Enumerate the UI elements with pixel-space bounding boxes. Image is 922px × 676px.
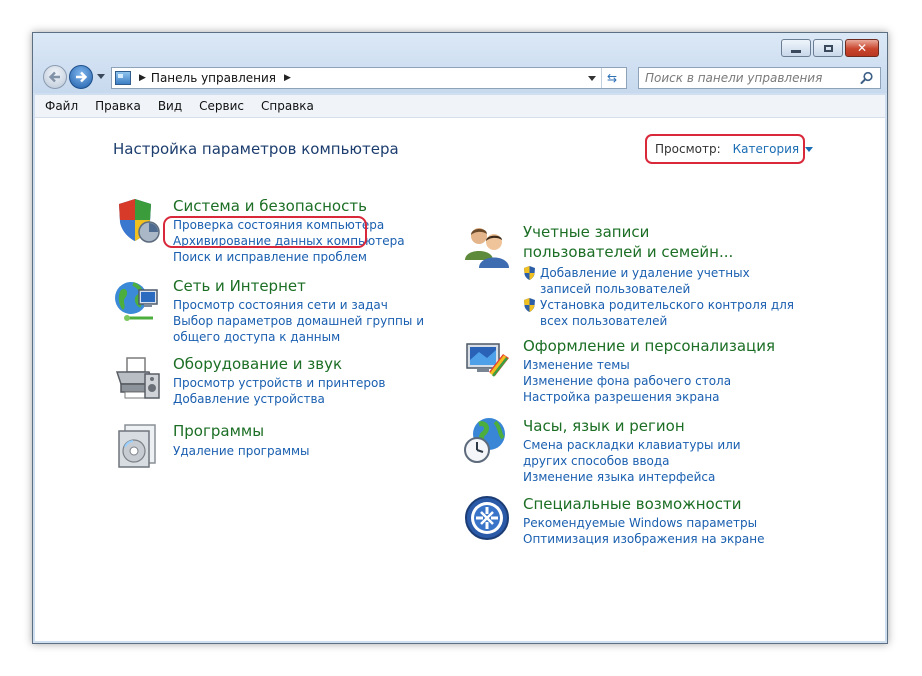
link-parental-controls[interactable]: Установка родительского контроля для все… <box>540 297 803 329</box>
search-box[interactable] <box>638 67 881 89</box>
back-button[interactable] <box>43 65 67 89</box>
link-parental-controls-row: Установка родительского контроля для все… <box>523 297 803 329</box>
maximize-icon <box>823 44 833 52</box>
menu-edit[interactable]: Правка <box>95 99 141 113</box>
minimize-button[interactable] <box>781 39 811 57</box>
category-links: Просмотр состояния сети и задач Выбор па… <box>173 297 453 345</box>
link-change-display-language[interactable]: Изменение языка интерфейса <box>523 469 768 485</box>
link-change-theme[interactable]: Изменение темы <box>523 357 731 373</box>
category-links: Смена раскладки клавиатуры или других сп… <box>523 437 768 485</box>
users-icon <box>465 228 509 268</box>
menu-help[interactable]: Справка <box>261 99 314 113</box>
chevron-down-icon[interactable] <box>805 146 814 152</box>
link-change-keyboard[interactable]: Смена раскладки клавиатуры или других сп… <box>523 437 768 469</box>
link-uninstall-program[interactable]: Удаление программы <box>173 443 310 459</box>
link-network-status[interactable]: Просмотр состояния сети и задач <box>173 297 453 313</box>
category-programs: Программы Удаление программы <box>113 421 443 481</box>
minimize-icon <box>791 49 801 53</box>
menu-tools[interactable]: Сервис <box>199 99 244 113</box>
refresh-icon[interactable]: ⇆ <box>604 71 620 85</box>
close-icon: ✕ <box>856 41 868 55</box>
category-links: Рекомендуемые Windows параметры Оптимиза… <box>523 515 764 547</box>
category-title-clock-language[interactable]: Часы, язык и регион <box>523 416 685 436</box>
link-devices-printers[interactable]: Просмотр устройств и принтеров <box>173 375 385 391</box>
category-clock-language: Часы, язык и регион Смена раскладки клав… <box>463 416 803 486</box>
link-add-remove-accounts-row: Добавление и удаление учетных записей по… <box>523 265 803 297</box>
category-title-hardware-sound[interactable]: Оборудование и звук <box>173 354 342 374</box>
category-title-ease-of-access[interactable]: Специальные возможности <box>523 494 741 514</box>
address-divider <box>601 68 602 88</box>
category-links: Удаление программы <box>173 443 310 459</box>
control-panel-small-icon <box>115 71 131 85</box>
category-links: Изменение темы Изменение фона рабочего с… <box>523 357 731 405</box>
breadcrumb-chevron-icon[interactable]: ▶ <box>284 73 291 83</box>
address-bar[interactable]: ▶ Панель управления ▶ ⇆ <box>111 67 627 89</box>
category-appearance: Оформление и персонализация Изменение те… <box>463 336 803 416</box>
network-globe-icon <box>115 282 158 321</box>
content-area: Настройка параметров компьютера Просмотр… <box>35 118 885 641</box>
page-title: Настройка параметров компьютера <box>113 140 399 158</box>
history-dropdown-icon[interactable] <box>97 74 105 79</box>
search-input[interactable] <box>645 70 850 86</box>
menu-file[interactable]: Файл <box>45 99 78 113</box>
control-panel-window: ✕ ▶ Панель управления ▶ ⇆ Файл Пра <box>32 32 888 644</box>
category-title-network-internet[interactable]: Сеть и Интернет <box>173 276 306 296</box>
shield-icon <box>119 199 160 243</box>
category-user-accounts: Учетные записи пользователей и семейн...… <box>463 222 803 332</box>
category-ease-of-access: Специальные возможности Рекомендуемые Wi… <box>463 494 803 554</box>
category-title-appearance[interactable]: Оформление и персонализация <box>523 336 775 356</box>
link-troubleshoot[interactable]: Поиск и исправление проблем <box>173 249 405 265</box>
category-hardware-sound: Оборудование и звук Просмотр устройств и… <box>113 354 443 424</box>
highlight-annotation-ring <box>163 216 367 248</box>
link-add-remove-accounts[interactable]: Добавление и удаление учетных записей по… <box>540 265 790 297</box>
forward-arrow-icon <box>76 71 88 83</box>
category-links: Просмотр устройств и принтеров Добавлени… <box>173 375 385 407</box>
uac-shield-icon <box>524 298 535 312</box>
view-label: Просмотр: <box>655 142 721 156</box>
printer-icon <box>115 357 160 399</box>
category-links: Добавление и удаление учетных записей по… <box>523 265 803 329</box>
view-selector: Просмотр: Категория <box>645 134 814 164</box>
menu-view[interactable]: Вид <box>158 99 182 113</box>
link-optimize-display[interactable]: Оптимизация изображения на экране <box>523 531 764 547</box>
link-add-device[interactable]: Добавление устройства <box>173 391 385 407</box>
window-frame-top: ✕ ▶ Панель управления ▶ ⇆ <box>33 33 887 93</box>
programs-icon <box>118 424 156 468</box>
breadcrumb-chevron-icon[interactable]: ▶ <box>139 73 146 83</box>
accessibility-icon <box>465 496 509 540</box>
clock-globe-icon <box>464 418 505 463</box>
category-title-user-accounts[interactable]: Учетные записи пользователей и семейн... <box>523 222 773 262</box>
maximize-button[interactable] <box>813 39 843 57</box>
search-icon[interactable] <box>860 71 874 85</box>
personalization-icon <box>466 343 509 377</box>
menu-bar: Файл Правка Вид Сервис Справка <box>35 95 885 118</box>
back-arrow-icon <box>48 71 60 83</box>
link-change-desktop-background[interactable]: Изменение фона рабочего стола <box>523 373 731 389</box>
category-network-internet: Сеть и Интернет Просмотр состояния сети … <box>113 276 453 356</box>
uac-shield-icon <box>524 266 535 280</box>
forward-button[interactable] <box>69 65 93 89</box>
address-dropdown-icon[interactable] <box>588 76 596 81</box>
caption-buttons: ✕ <box>779 39 879 57</box>
view-mode-dropdown[interactable]: Категория <box>733 142 800 156</box>
breadcrumb-control-panel[interactable]: Панель управления <box>151 71 276 85</box>
link-screen-resolution[interactable]: Настройка разрешения экрана <box>523 389 731 405</box>
category-title-system-security[interactable]: Система и безопасность <box>173 196 367 216</box>
link-recommended-settings[interactable]: Рекомендуемые Windows параметры <box>523 515 764 531</box>
link-homegroup-sharing[interactable]: Выбор параметров домашней группы и общег… <box>173 313 453 345</box>
category-title-programs[interactable]: Программы <box>173 421 264 441</box>
close-button[interactable]: ✕ <box>845 39 879 57</box>
